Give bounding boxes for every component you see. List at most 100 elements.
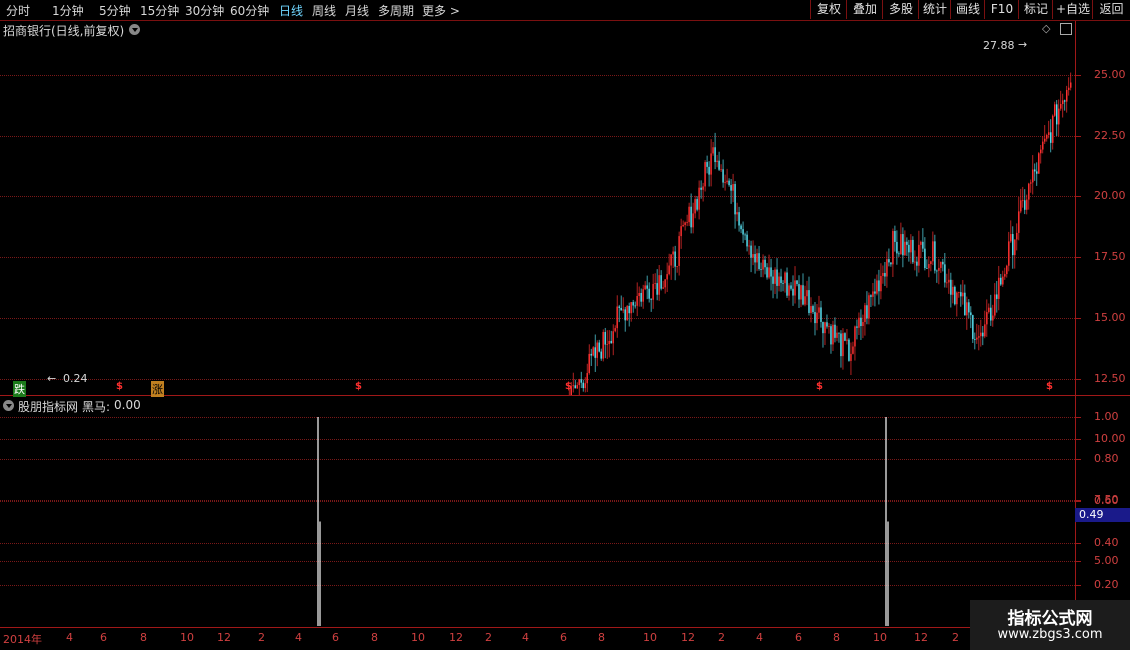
candle-body [824, 322, 826, 334]
candle-body [700, 187, 702, 190]
candle-body [654, 283, 656, 284]
candle-body [726, 180, 728, 183]
candle-body [946, 282, 948, 284]
candle-body [594, 347, 596, 358]
mark-button[interactable]: 标记 [1018, 0, 1053, 19]
candle-body [776, 269, 778, 286]
date-tick-label: 8 [140, 631, 147, 644]
add-watchlist-button[interactable]: +自选 [1052, 0, 1093, 19]
date-tick-label: 4 [66, 631, 73, 644]
candle-body [832, 324, 834, 345]
price-tick [1075, 317, 1081, 319]
candle-body [640, 292, 642, 302]
period-multi[interactable]: 多周期 [378, 2, 414, 19]
candle-body [698, 187, 700, 210]
date-tick-label: 8 [371, 631, 378, 644]
candle-body [740, 225, 742, 230]
current-value-badge: 0.49 [1075, 508, 1130, 522]
date-tick-label: 6 [560, 631, 567, 644]
price-tick-label: 25.00 [1094, 68, 1126, 81]
indicator-tick [1075, 459, 1081, 460]
period-30min[interactable]: 30分钟 [185, 2, 224, 19]
candle-body [668, 265, 670, 275]
candle-body [576, 385, 578, 389]
back-button[interactable]: 返回 [1092, 0, 1130, 19]
candle-body [954, 286, 956, 305]
candle-body [702, 186, 704, 190]
candle-body [768, 267, 770, 278]
f10-button[interactable]: F10 [984, 0, 1019, 19]
date-tick-label: 10 [180, 631, 194, 644]
candle-body [992, 315, 994, 321]
period-60min[interactable]: 60分钟 [230, 2, 269, 19]
candle-body [1050, 132, 1052, 143]
price-tick [1075, 257, 1081, 259]
period-weekly[interactable]: 周线 [312, 2, 336, 19]
candle-body [758, 253, 760, 270]
candlestick-chart [568, 72, 1072, 395]
date-tick-label: 2 [485, 631, 492, 644]
candle-body [754, 254, 756, 263]
candle-body [922, 241, 924, 249]
candle-body [988, 307, 990, 313]
candle-body [996, 294, 998, 299]
multi-stock-button[interactable]: 多股 [882, 0, 919, 19]
candle-body [1040, 149, 1042, 154]
candle-body [780, 276, 782, 283]
adjust-button[interactable]: 复权 [810, 0, 847, 19]
candle-body [610, 340, 612, 344]
date-tick-label: 8 [833, 631, 840, 644]
candle-body [842, 333, 844, 357]
candle-body [622, 309, 624, 311]
date-tick-label: 2014年 [3, 633, 42, 646]
candle-body [598, 342, 600, 352]
period-daily[interactable]: 日线 [279, 2, 303, 19]
period-5min[interactable]: 5分钟 [99, 2, 131, 19]
candle-body [886, 259, 888, 277]
candle-body [930, 261, 932, 265]
statistics-button[interactable]: 统计 [918, 0, 951, 19]
candle-body [658, 275, 660, 295]
candle-body [750, 245, 752, 258]
period-more[interactable]: 更多 > [422, 2, 460, 19]
candle-body [888, 259, 890, 263]
period-intraday[interactable]: 分时 [6, 2, 30, 19]
indicator-tick-label: 0.20 [1094, 578, 1119, 591]
candle-body [908, 244, 910, 253]
candle-body [748, 245, 750, 247]
indicator-tick [1075, 501, 1081, 502]
date-tick-label: 2 [258, 631, 265, 644]
candle-body [944, 264, 946, 283]
period-15min[interactable]: 15分钟 [140, 2, 179, 19]
candle-body [882, 273, 884, 276]
candle-body [906, 241, 908, 245]
draw-line-button[interactable]: 画线 [950, 0, 985, 19]
candle-body [1002, 276, 1004, 285]
candle-body [696, 199, 698, 210]
candle-body [762, 259, 764, 270]
candle-body [1012, 234, 1014, 256]
candle-body [902, 234, 904, 256]
candle-body [720, 169, 722, 171]
period-toolbar: 分时 1分钟 5分钟 15分钟 30分钟 60分钟 日线 周线 月线 多周期 更… [0, 0, 1130, 21]
price-tick [1075, 196, 1081, 198]
period-1min[interactable]: 1分钟 [52, 2, 84, 19]
candle-body [802, 285, 804, 305]
candle-body [1062, 100, 1064, 105]
candle-body [778, 276, 780, 286]
overlay-button[interactable]: 叠加 [846, 0, 883, 19]
candle-body [692, 213, 694, 228]
candle-body [846, 339, 848, 341]
candle-body [952, 286, 954, 295]
candle-body [666, 274, 668, 280]
candle-body [1070, 82, 1072, 88]
candle-body [614, 328, 616, 332]
candle-body [730, 185, 732, 191]
high-price-label: 27.88 [983, 39, 1015, 52]
signal-marker: $ [355, 381, 362, 392]
price-tick [1075, 75, 1081, 76]
candle-body [1024, 200, 1026, 210]
price-tick-label: 20.00 [1094, 189, 1126, 203]
candle-body [632, 302, 634, 306]
period-monthly[interactable]: 月线 [345, 2, 369, 19]
